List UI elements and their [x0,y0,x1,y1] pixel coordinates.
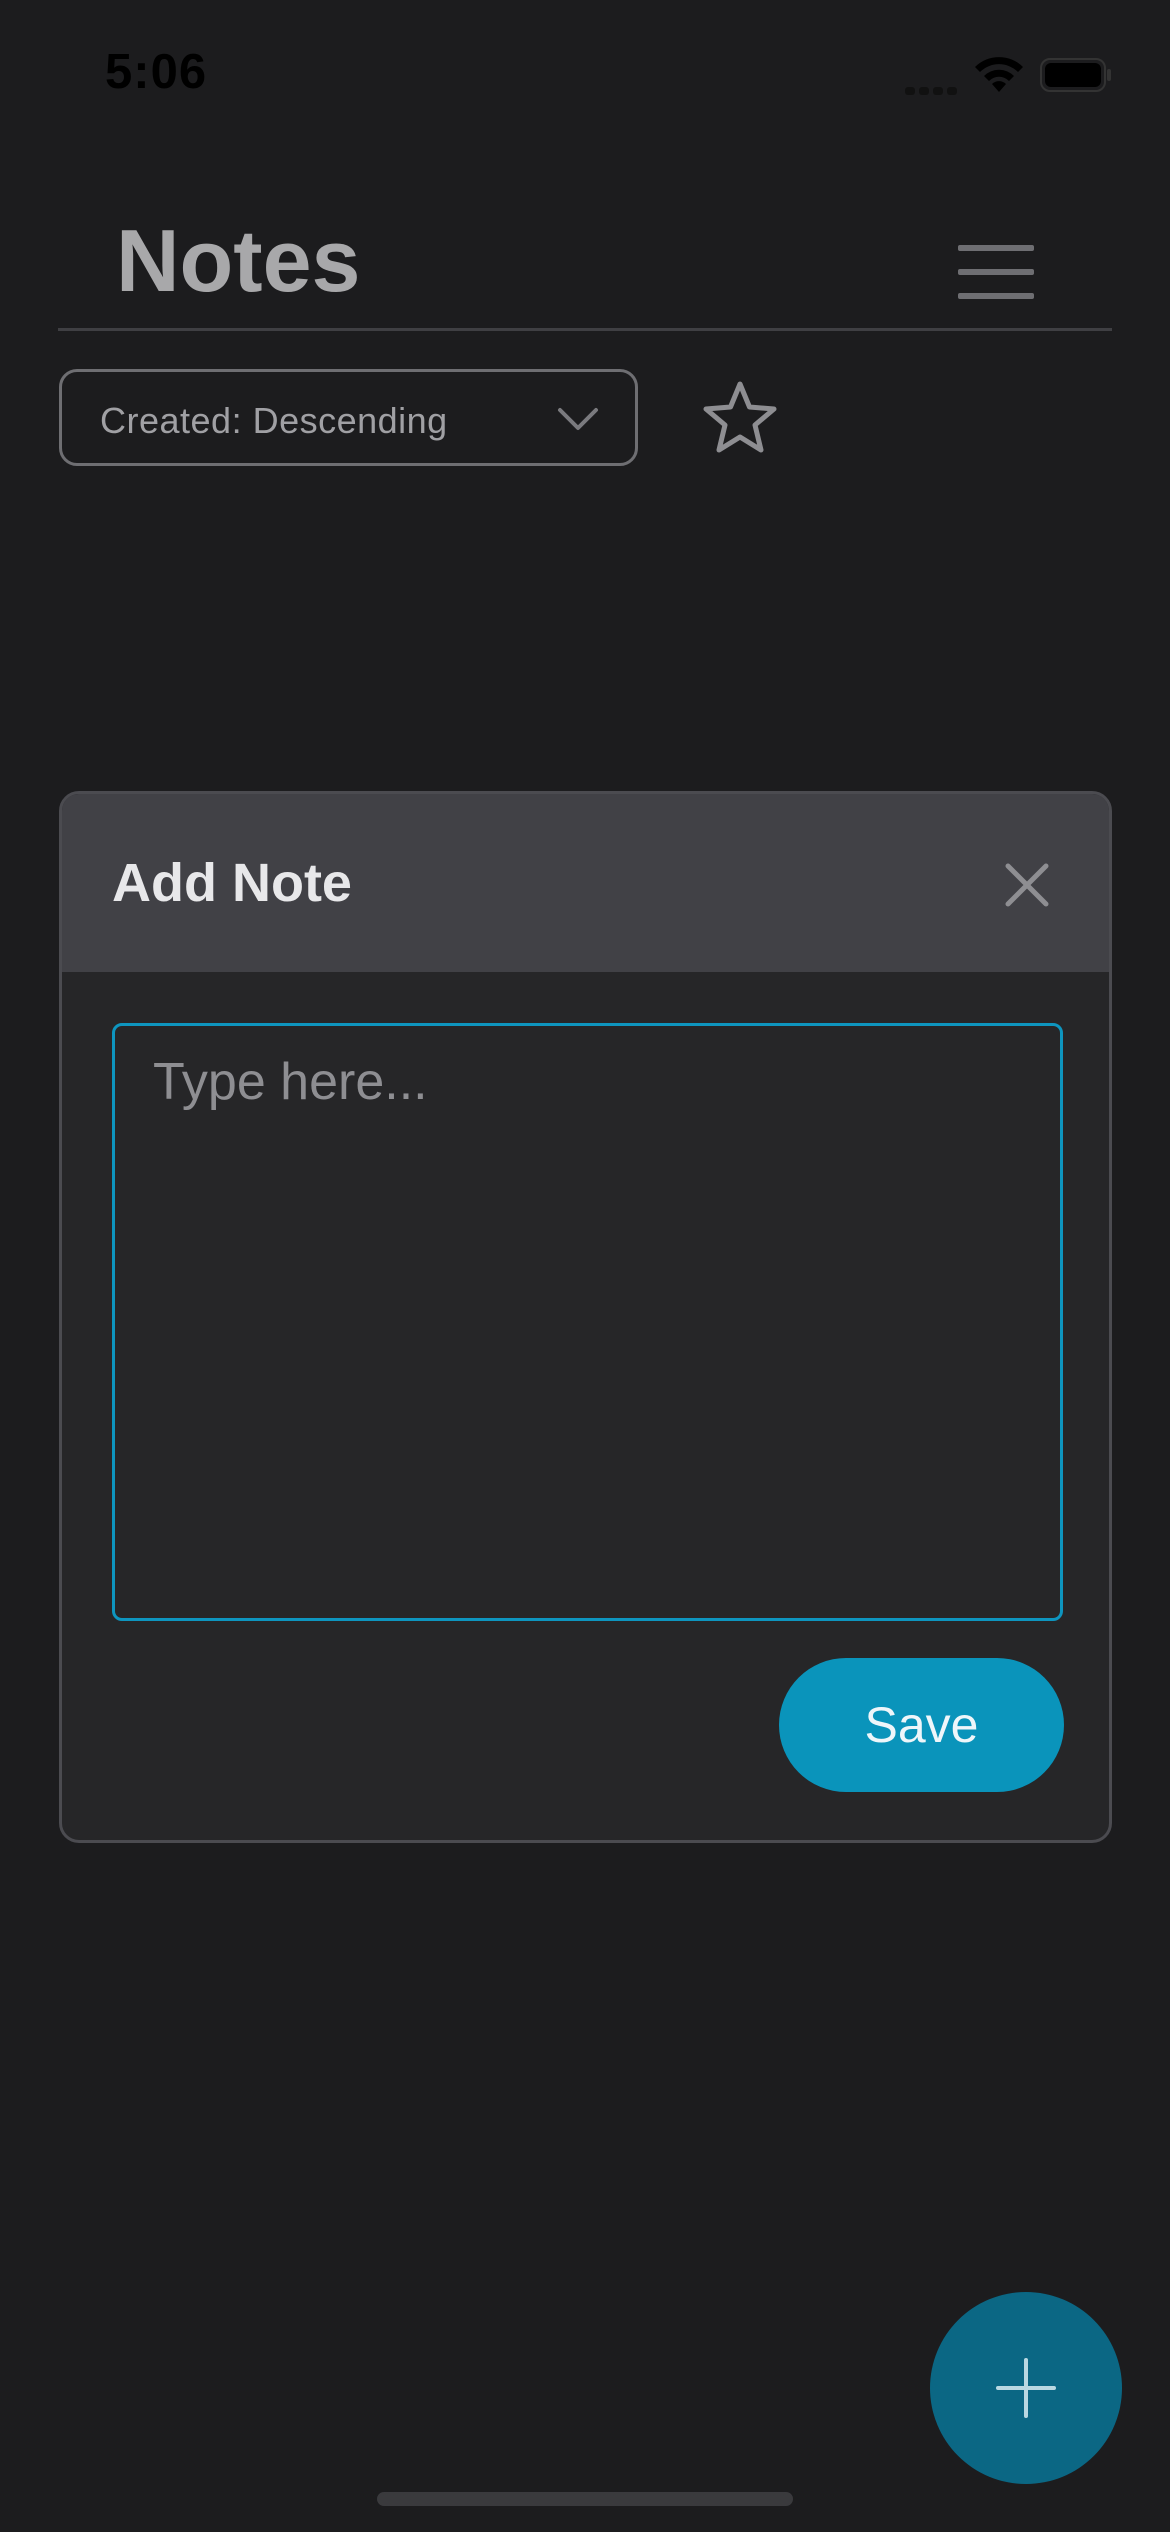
cellular-signal-icon [905,82,965,95]
battery-icon [1040,58,1111,92]
close-icon[interactable] [1004,862,1050,908]
dialog-header: Add Note [62,794,1109,972]
sort-dropdown-value: Created: Descending [100,400,448,441]
note-textarea[interactable] [112,1023,1063,1621]
add-note-dialog: Add Note Save [59,791,1112,1843]
sort-dropdown[interactable]: Created: Descending [59,369,638,466]
status-bar: 5:06 [0,0,1170,140]
save-button[interactable]: Save [779,1658,1064,1792]
plus-icon [996,2358,1056,2418]
chevron-down-icon [558,408,598,430]
page-title: Notes [116,211,361,310]
dialog-title: Add Note [112,853,352,913]
hamburger-icon [958,245,1034,299]
home-indicator [377,2492,793,2506]
header-divider [58,328,1112,331]
notes-screen: 5:06 Notes Created: Descending Add Note … [0,0,1170,2532]
add-note-fab[interactable] [930,2292,1122,2484]
menu-button[interactable] [958,245,1034,299]
status-time: 5:06 [105,45,208,99]
wifi-icon [975,57,1023,92]
star-outline-icon[interactable] [700,378,780,458]
